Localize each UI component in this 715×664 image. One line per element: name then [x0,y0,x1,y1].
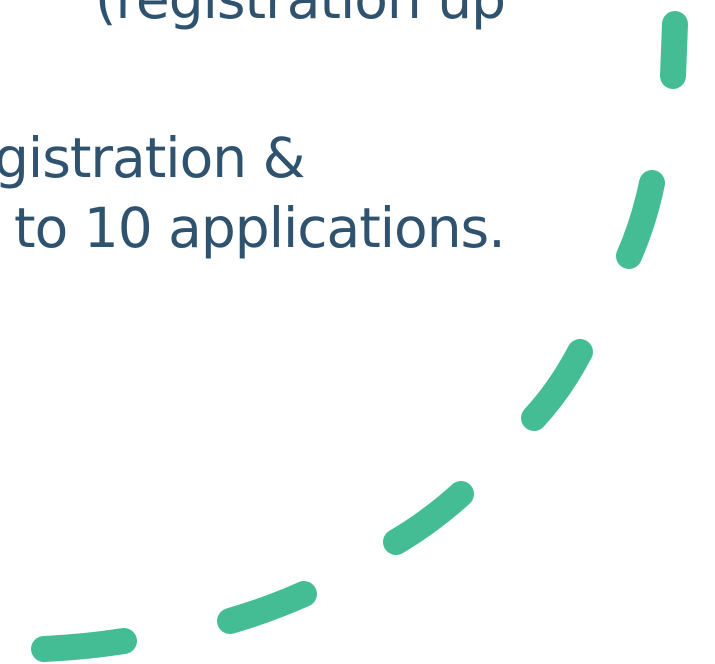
dashed-arc-decoration [31,11,688,662]
arc-dash [660,11,688,89]
arc-dash [521,339,593,431]
arc-dash [217,581,317,634]
slide-canvas: (registration up gistration & to 10 appl… [0,0,715,664]
arc-dash [31,628,137,662]
arc-dash [616,170,665,269]
arc-dash [383,481,474,555]
